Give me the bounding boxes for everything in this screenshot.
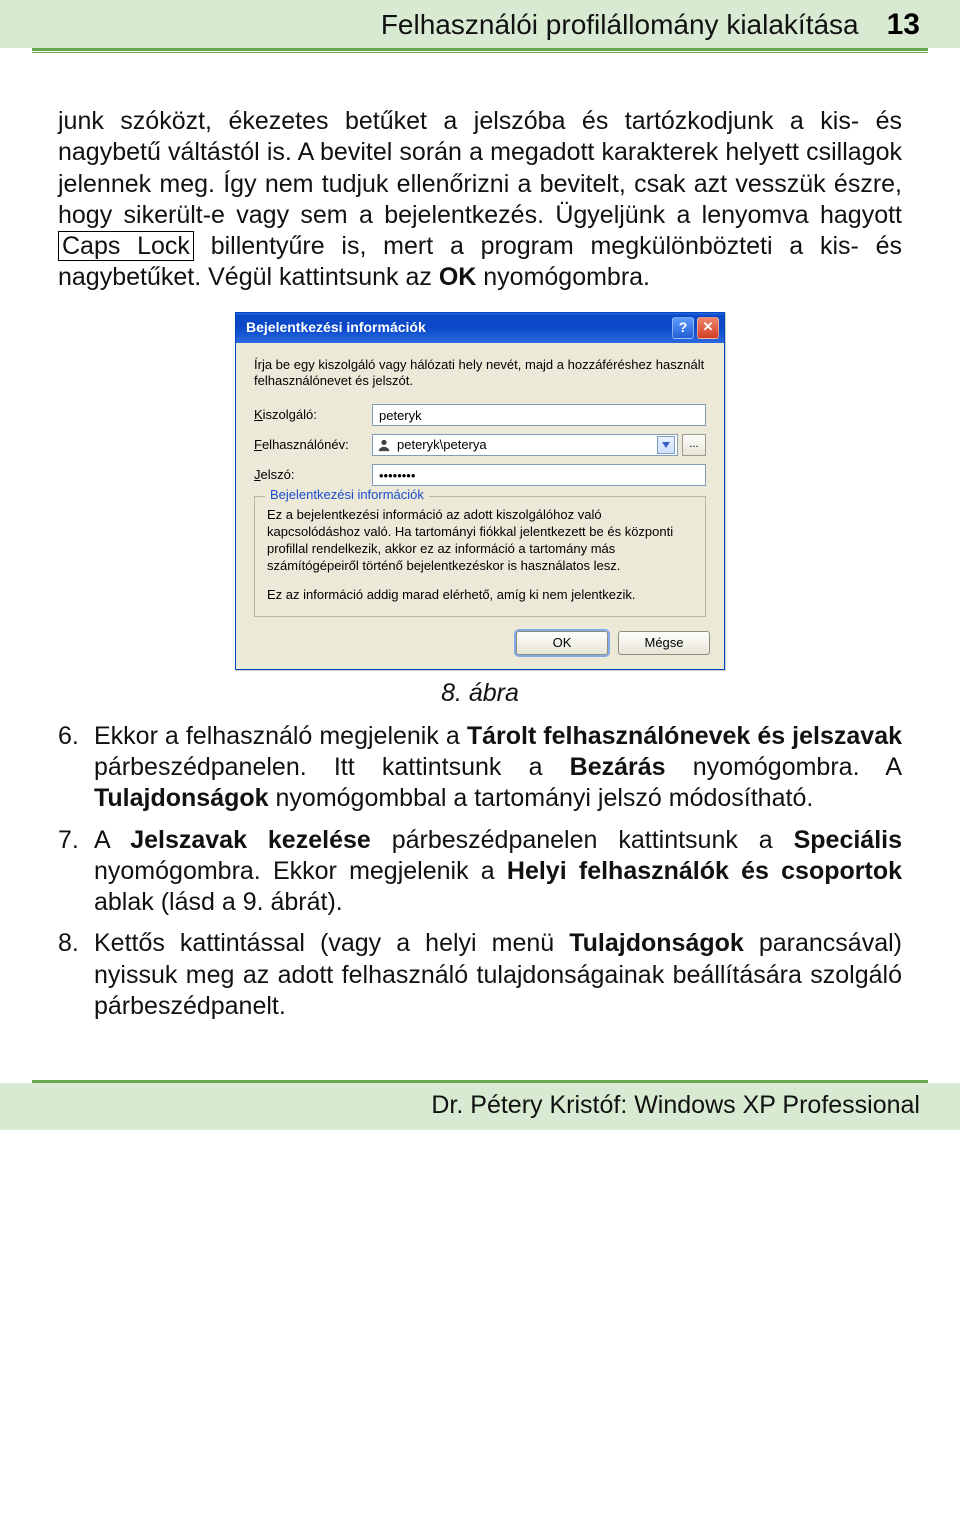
server-label: Kiszolgáló: xyxy=(254,407,372,423)
chevron-down-icon[interactable] xyxy=(657,436,675,454)
ok-word: OK xyxy=(439,263,477,291)
intro-text-1: junk szóközt, ékezetes betűket a jelszób… xyxy=(58,107,902,229)
dialog-instruction: Írja be egy kiszolgáló vagy hálózati hel… xyxy=(254,357,706,391)
dialog-titlebar[interactable]: Bejelentkezési információk ? ✕ xyxy=(236,313,724,343)
list-number: 8. xyxy=(58,928,94,1022)
ok-button[interactable]: OK xyxy=(516,631,608,655)
groupbox-p1: Ez a bejelentkezési információ az adott … xyxy=(267,507,693,575)
cancel-button[interactable]: Mégse xyxy=(618,631,710,655)
intro-paragraph: junk szóközt, ékezetes betűket a jelszób… xyxy=(58,106,902,294)
list-number: 7. xyxy=(58,825,94,919)
bold-term: Tárolt felhasználónevek és jelszavak xyxy=(467,722,902,750)
list-item: 8.Kettős kattintással (vagy a helyi menü… xyxy=(58,928,902,1022)
server-input[interactable] xyxy=(372,404,706,426)
help-button[interactable]: ? xyxy=(672,317,694,339)
list-body: Ekkor a felhasználó megjelenik a Tárolt … xyxy=(94,721,902,815)
page-number: 13 xyxy=(887,8,920,42)
password-label: Jelszó: xyxy=(254,467,372,483)
username-combo[interactable]: peteryk\peterya xyxy=(372,434,678,456)
footer-text: Dr. Pétery Kristóf: Windows XP Professio… xyxy=(431,1091,920,1119)
caps-lock-key: Caps Lock xyxy=(58,231,194,261)
list-item: 6.Ekkor a felhasználó megjelenik a Tárol… xyxy=(58,721,902,815)
header-title: Felhasználói profilállomány kialakítása xyxy=(381,9,859,41)
page-header: Felhasználói profilállomány kialakítása … xyxy=(0,0,960,48)
browse-button[interactable]: ... xyxy=(682,434,706,456)
dialog-title: Bejelentkezési információk xyxy=(246,319,426,337)
list-body: A Jelszavak kezelése párbeszédpanelen ka… xyxy=(94,825,902,919)
groupbox-p2: Ez az információ addig marad elérhető, a… xyxy=(267,587,693,604)
login-info-dialog: Bejelentkezési információk ? ✕ Írja be e… xyxy=(235,312,725,670)
list-body: Kettős kattintással (vagy a helyi menü T… xyxy=(94,928,902,1022)
page-content: junk szóközt, ékezetes betűket a jelszób… xyxy=(0,51,960,1052)
list-number: 6. xyxy=(58,721,94,815)
page-footer: Dr. Pétery Kristóf: Windows XP Professio… xyxy=(0,1083,960,1130)
password-input[interactable] xyxy=(372,464,706,486)
list-item: 7.A Jelszavak kezelése párbeszédpanelen … xyxy=(58,825,902,919)
figure-caption: 8. ábra xyxy=(58,678,902,709)
bold-term: Tulajdonságok xyxy=(569,929,744,957)
close-icon: ✕ xyxy=(703,319,714,335)
groupbox-legend: Bejelentkezési információk xyxy=(265,487,429,503)
username-value: peteryk\peterya xyxy=(397,437,487,453)
intro-text-3: nyomógombra. xyxy=(476,263,650,291)
username-label: Felhasználónév: xyxy=(254,437,372,453)
bold-term: Tulajdonságok xyxy=(94,784,269,812)
bold-term: Bezárás xyxy=(570,753,666,781)
header-rule xyxy=(32,48,928,51)
bold-term: Helyi felhasználók és csoportok xyxy=(507,857,902,885)
help-icon: ? xyxy=(679,319,688,337)
bold-term: Jelszavak kezelése xyxy=(130,826,371,854)
close-button[interactable]: ✕ xyxy=(697,317,719,339)
person-icon xyxy=(377,438,391,452)
bold-term: Speciális xyxy=(794,826,902,854)
login-info-groupbox: Bejelentkezési információk Ez a bejelent… xyxy=(254,496,706,616)
